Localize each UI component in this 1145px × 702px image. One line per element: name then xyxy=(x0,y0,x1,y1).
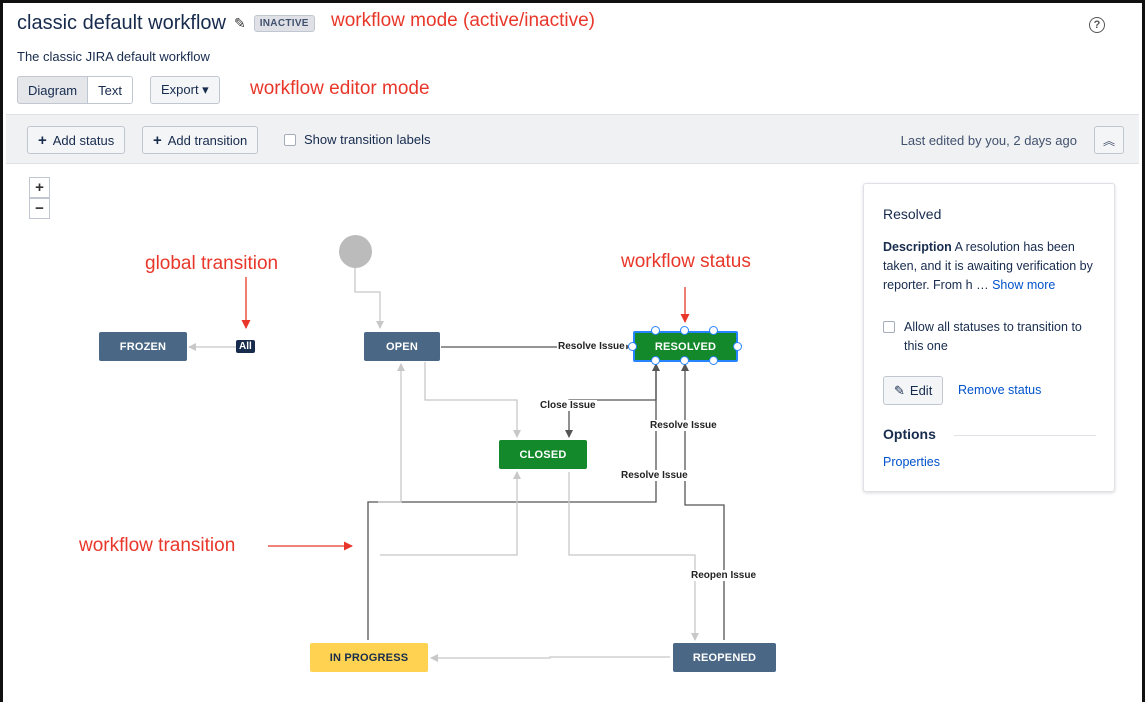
resize-handle[interactable] xyxy=(709,356,718,365)
global-transition-all[interactable]: All xyxy=(236,340,255,353)
panel-description: Description A resolution has been taken,… xyxy=(883,238,1101,295)
allow-all-checkbox[interactable] xyxy=(883,321,895,333)
transition-label-resolve-issue[interactable]: Resolve Issue xyxy=(557,341,626,352)
properties-link[interactable]: Properties xyxy=(883,455,940,469)
annotation-workflow-status: workflow status xyxy=(621,251,751,272)
pencil-icon: ✎ xyxy=(894,382,905,398)
resize-handle[interactable] xyxy=(651,326,660,335)
transition-label-reopen-issue[interactable]: Reopen Issue xyxy=(690,570,758,581)
initial-node[interactable] xyxy=(339,235,372,268)
description-label: Description xyxy=(883,240,952,254)
status-frozen[interactable]: FROZEN xyxy=(99,332,187,361)
edit-label: Edit xyxy=(909,383,933,398)
description-ellipsis: … xyxy=(976,278,989,292)
resize-handle[interactable] xyxy=(733,342,742,351)
remove-status-link[interactable]: Remove status xyxy=(958,383,1041,397)
resize-handle[interactable] xyxy=(651,356,660,365)
annotation-global-transition: global transition xyxy=(145,253,279,274)
options-divider xyxy=(954,435,1096,436)
allow-all-label: Allow all statuses to transition to this… xyxy=(904,320,1082,353)
status-reopened[interactable]: REOPENED xyxy=(673,643,776,672)
allow-all-toggle[interactable]: Allow all statuses to transition to this… xyxy=(883,318,1103,356)
show-more-link[interactable]: Show more xyxy=(992,278,1055,292)
transition-label-close-issue[interactable]: Close Issue xyxy=(539,400,597,411)
status-open[interactable]: OPEN xyxy=(364,332,440,361)
resize-handle[interactable] xyxy=(709,326,718,335)
status-properties-panel: Resolved Description A resolution has be… xyxy=(863,183,1115,492)
status-closed[interactable]: CLOSED xyxy=(499,440,587,469)
resize-handle[interactable] xyxy=(680,326,689,335)
status-in-progress[interactable]: IN PROGRESS xyxy=(310,643,428,672)
edit-status-button[interactable]: ✎ Edit xyxy=(883,376,944,405)
annotation-workflow-transition: workflow transition xyxy=(79,535,236,556)
options-heading: Options xyxy=(883,426,936,442)
panel-title: Resolved xyxy=(883,206,942,222)
transition-label-resolve-issue[interactable]: Resolve Issue xyxy=(649,420,718,431)
resize-handle[interactable] xyxy=(680,356,689,365)
resize-handle[interactable] xyxy=(628,342,637,351)
transition-label-resolve-issue[interactable]: Resolve Issue xyxy=(620,470,689,481)
